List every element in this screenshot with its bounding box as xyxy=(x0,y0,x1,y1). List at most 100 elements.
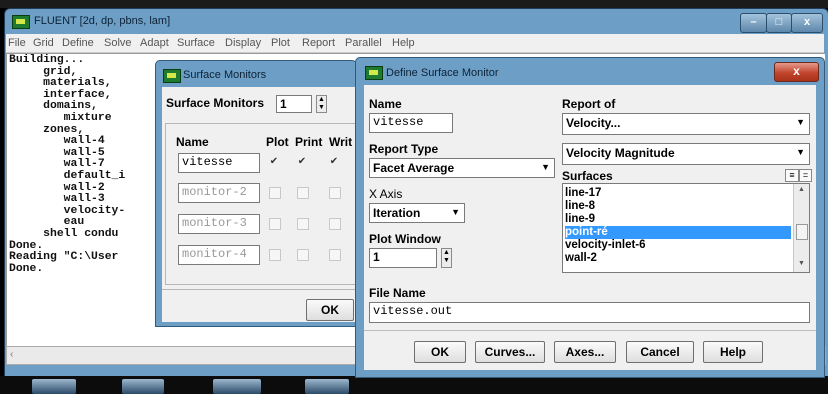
menu-report[interactable]: Report xyxy=(302,37,335,49)
fluent-app-icon xyxy=(163,69,181,83)
fluent-app-icon xyxy=(365,66,383,80)
surface-item[interactable]: wall-2 xyxy=(565,252,597,265)
chevron-down-icon: ▼ xyxy=(451,207,460,217)
print-checkbox-1[interactable]: ✔ xyxy=(297,157,307,167)
plot-window-input[interactable]: 1 xyxy=(369,248,437,268)
main-menu-bar: File Grid Define Solve Adapt Surface Dis… xyxy=(6,34,824,53)
print-checkbox-2 xyxy=(297,187,309,199)
select-all-icon[interactable]: ≡ xyxy=(785,169,799,182)
report-of-label: Report of xyxy=(562,97,616,111)
write-checkbox-1[interactable]: ✔ xyxy=(329,157,339,167)
monitor-name-field-2: monitor-2 xyxy=(178,183,260,203)
monitor-count-field[interactable]: 1 xyxy=(276,95,312,113)
surface-monitors-count-label: Surface Monitors xyxy=(166,96,265,110)
menu-grid[interactable]: Grid xyxy=(33,37,54,49)
separator xyxy=(162,289,356,290)
menu-define[interactable]: Define xyxy=(62,37,94,49)
surfaces-label: Surfaces xyxy=(562,169,613,183)
fluent-title-bar[interactable]: FLUENT [2d, dp, pbns, lam] – □ x xyxy=(6,10,824,34)
report-sub-value: Velocity Magnitude xyxy=(566,146,675,160)
plot-checkbox-3 xyxy=(269,218,281,230)
chevron-down-icon: ▼ xyxy=(796,147,805,157)
fluent-app-icon xyxy=(12,15,30,29)
print-checkbox-3 xyxy=(297,218,309,230)
deselect-all-icon[interactable]: = xyxy=(799,169,812,182)
surface-monitors-ok-button[interactable]: OK xyxy=(306,299,354,321)
write-checkbox-4 xyxy=(329,249,341,261)
x-axis-label: X Axis xyxy=(369,187,403,201)
surface-item[interactable]: line-8 xyxy=(565,200,595,213)
name-label: Name xyxy=(369,97,402,111)
plot-window-stepper[interactable]: ▲ ▼ xyxy=(441,248,452,268)
define-surface-monitor-window: Define Surface Monitor x Name vitesse Re… xyxy=(355,57,825,378)
define-monitor-body: Name vitesse Report Type Facet Average ▼… xyxy=(364,85,816,370)
axes-button[interactable]: Axes... xyxy=(554,341,616,363)
curves-button[interactable]: Curves... xyxy=(475,341,545,363)
x-axis-select[interactable]: Iteration ▼ xyxy=(369,203,465,223)
print-checkbox-4 xyxy=(297,249,309,261)
report-of-select[interactable]: Velocity... ▼ xyxy=(562,113,810,135)
report-type-select[interactable]: Facet Average ▼ xyxy=(369,158,555,178)
header-name: Name xyxy=(176,135,209,149)
scroll-left-icon[interactable]: ‹ xyxy=(10,349,13,360)
surface-monitors-title-bar[interactable]: Surface Monitors xyxy=(161,66,356,86)
close-button[interactable]: x xyxy=(791,13,823,33)
minimize-button[interactable]: – xyxy=(740,13,767,33)
scroll-thumb[interactable] xyxy=(796,224,808,240)
cancel-button[interactable]: Cancel xyxy=(626,341,694,363)
monitor-name-field-4: monitor-4 xyxy=(178,245,260,265)
surfaces-list[interactable]: line-17 line-8 line-9 point-ré velocity-… xyxy=(562,183,810,273)
surface-item[interactable]: velocity-inlet-6 xyxy=(565,239,646,252)
menu-parallel[interactable]: Parallel xyxy=(345,37,382,49)
chevron-down-icon: ▼ xyxy=(796,117,805,127)
surface-item[interactable]: line-9 xyxy=(565,213,595,226)
header-write: Writ xyxy=(329,135,353,149)
define-ok-button[interactable]: OK xyxy=(414,341,466,363)
monitor-count-stepper[interactable]: ▲ ▼ xyxy=(316,95,327,113)
report-type-value: Facet Average xyxy=(373,161,455,175)
surface-monitors-body: Surface Monitors 1 ▲ ▼ Name Plot Print Wr… xyxy=(162,87,358,322)
monitor-name-input[interactable]: vitesse xyxy=(369,113,453,133)
file-name-label: File Name xyxy=(369,286,426,300)
define-monitor-title: Define Surface Monitor xyxy=(386,67,499,79)
header-print: Print xyxy=(295,135,323,149)
scroll-down-icon[interactable]: ▼ xyxy=(798,260,805,267)
plot-checkbox-4 xyxy=(269,249,281,261)
write-checkbox-2 xyxy=(329,187,341,199)
report-type-label: Report Type xyxy=(369,142,439,156)
plot-window-label: Plot Window xyxy=(369,232,441,246)
taskbar xyxy=(0,376,828,394)
menu-adapt[interactable]: Adapt xyxy=(140,37,169,49)
console-text: Building... grid, materials, interface, … xyxy=(9,54,126,275)
surface-item[interactable]: line-17 xyxy=(565,187,601,200)
surfaces-scrollbar[interactable]: ▲ ▼ xyxy=(793,184,809,272)
chevron-down-icon: ▼ xyxy=(541,162,550,172)
maximize-button[interactable]: □ xyxy=(766,13,792,33)
surface-item-selected[interactable]: point-ré xyxy=(565,226,791,239)
taskbar-item-4[interactable] xyxy=(305,379,349,394)
taskbar-item-1[interactable] xyxy=(32,379,76,394)
menu-surface[interactable]: Surface xyxy=(177,37,215,49)
plot-checkbox-2 xyxy=(269,187,281,199)
define-monitor-close-button[interactable]: x xyxy=(774,62,819,82)
menu-solve[interactable]: Solve xyxy=(104,37,132,49)
report-sub-select[interactable]: Velocity Magnitude ▼ xyxy=(562,143,810,165)
separator xyxy=(364,330,816,331)
write-checkbox-3 xyxy=(329,218,341,230)
menu-plot[interactable]: Plot xyxy=(271,37,290,49)
plot-checkbox-1[interactable]: ✔ xyxy=(269,157,279,167)
menu-display[interactable]: Display xyxy=(225,37,261,49)
monitor-name-field-1[interactable]: vitesse xyxy=(178,153,260,173)
fluent-window-title: FLUENT [2d, dp, pbns, lam] xyxy=(34,15,171,27)
help-button[interactable]: Help xyxy=(703,341,763,363)
menu-help[interactable]: Help xyxy=(392,37,415,49)
file-name-input[interactable]: vitesse.out xyxy=(369,302,810,323)
taskbar-item-2[interactable] xyxy=(122,379,164,394)
taskbar-item-3[interactable] xyxy=(213,379,261,394)
menu-file[interactable]: File xyxy=(8,37,26,49)
surface-monitors-title: Surface Monitors xyxy=(183,69,267,81)
header-plot: Plot xyxy=(266,135,289,149)
report-of-value: Velocity... xyxy=(566,116,621,130)
x-axis-value: Iteration xyxy=(373,206,421,220)
scroll-up-icon[interactable]: ▲ xyxy=(798,186,805,193)
